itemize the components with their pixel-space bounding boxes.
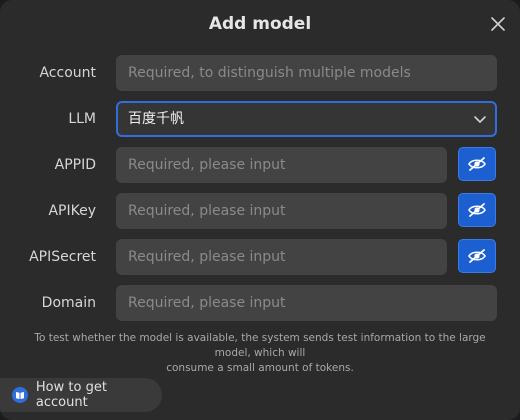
eye-off-icon [468,157,486,171]
account-row: Account Required, to distinguish multipl… [0,55,520,91]
apisecret-label: APISecret [29,249,96,265]
eye-off-icon [468,249,486,263]
apisecret-row: APISecret Required, please input [0,239,520,275]
domain-label: Domain [41,295,96,311]
chevron-down-icon [474,116,486,123]
llm-row: LLM 百度千帆 [0,101,520,137]
note-line-1: To test whether the model is available, … [34,332,486,359]
account-label: Account [39,65,96,81]
apikey-label: APIKey [48,203,96,219]
account-input[interactable]: Required, to distinguish multiple models [116,55,497,91]
how-to-get-account-label: How to get account [35,380,107,410]
appid-row: APPID Required, please input [0,147,520,183]
appid-visibility-toggle[interactable] [458,147,496,181]
llm-select[interactable]: 百度千帆 [116,101,497,137]
apisecret-visibility-toggle[interactable] [458,239,496,273]
domain-row: Domain Required, please input [0,285,520,321]
llm-label: LLM [68,111,96,127]
apikey-visibility-toggle[interactable] [458,193,496,227]
note-line-2: consume a small amount of tokens. [166,362,354,374]
eye-off-icon [468,203,486,217]
dialog-title: Add model [208,14,312,34]
appid-input[interactable]: Required, please input [116,147,447,183]
domain-input[interactable]: Required, please input [116,285,497,321]
apisecret-input[interactable]: Required, please input [116,239,447,275]
add-model-dialog: Add model Account Required, to distingui… [0,0,520,420]
appid-label: APPID [54,157,96,173]
book-icon [12,387,28,403]
token-usage-note: To test whether the model is available, … [20,331,500,376]
llm-selected-value: 百度千帆 [128,111,184,127]
apikey-input[interactable]: Required, please input [116,193,447,229]
how-to-get-account-button[interactable]: How to get account [0,378,162,412]
close-button[interactable] [486,12,510,36]
close-icon [491,17,505,31]
apikey-row: APIKey Required, please input [0,193,520,229]
